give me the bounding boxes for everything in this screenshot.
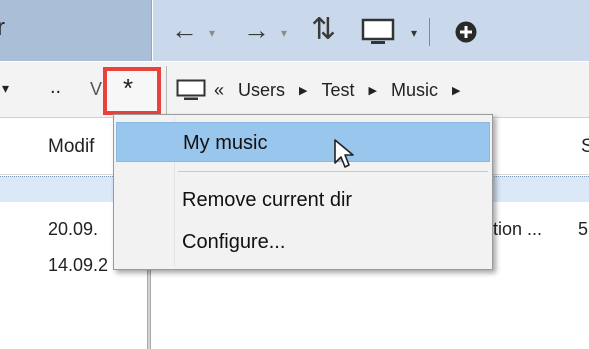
drive-dropdown-caret-icon[interactable]: ▾ bbox=[2, 80, 9, 97]
row-size-cell[interactable]: 5 bbox=[578, 219, 588, 240]
add-plus-icon[interactable] bbox=[454, 20, 478, 44]
breadcrumb-users[interactable]: Users bbox=[238, 80, 285, 101]
path-separator bbox=[166, 66, 167, 116]
row-date-cell[interactable]: 20.09. bbox=[48, 219, 98, 240]
favorites-button[interactable]: * bbox=[103, 67, 161, 115]
forward-arrow-icon[interactable]: → bbox=[243, 17, 270, 44]
navigation-toolbar: ← ▾ → ▾ ⇅ ▾ bbox=[153, 0, 589, 61]
menu-separator bbox=[178, 171, 488, 172]
back-arrow-icon[interactable]: ← bbox=[171, 17, 198, 44]
mouse-cursor-icon bbox=[334, 139, 354, 168]
computer-monitor-icon[interactable] bbox=[176, 79, 206, 101]
row-description-cell[interactable]: tion ... bbox=[493, 219, 542, 240]
row-date-cell[interactable]: 14.09.2 bbox=[48, 255, 108, 276]
forward-history-caret-icon[interactable]: ▾ bbox=[281, 27, 287, 39]
menu-item-my-music[interactable]: My music bbox=[116, 122, 490, 162]
modified-column-header[interactable]: Modif bbox=[48, 136, 94, 158]
breadcrumb-arrow-icon[interactable]: ▶ bbox=[452, 84, 460, 97]
computer-monitor-icon[interactable] bbox=[361, 18, 395, 46]
size-column-header[interactable]: S bbox=[581, 136, 589, 158]
breadcrumb-music[interactable]: Music bbox=[391, 80, 438, 101]
refresh-sync-icon[interactable]: ⇅ bbox=[311, 15, 336, 45]
window-title-bar: r bbox=[0, 0, 152, 61]
toolbar-divider bbox=[429, 18, 430, 46]
breadcrumb-arrow-icon[interactable]: ▶ bbox=[369, 84, 377, 97]
window-title-fragment: r bbox=[0, 14, 5, 41]
hidden-letter: V bbox=[90, 79, 103, 99]
menu-item-configure[interactable]: Configure... bbox=[116, 222, 490, 262]
drives-caret-icon[interactable]: ▾ bbox=[411, 27, 417, 39]
favorites-popup-menu: My music Remove current dir Configure... bbox=[113, 114, 493, 270]
breadcrumb-test[interactable]: Test bbox=[322, 80, 355, 101]
breadcrumb-overflow-icon[interactable]: « bbox=[214, 80, 224, 101]
parent-directory-button[interactable]: .. bbox=[50, 76, 61, 99]
breadcrumb: « Users ▶ Test ▶ Music ▶ bbox=[176, 62, 474, 118]
asterisk-icon: * bbox=[123, 73, 134, 103]
back-history-caret-icon[interactable]: ▾ bbox=[209, 27, 215, 39]
menu-item-remove-current-dir[interactable]: Remove current dir bbox=[116, 180, 490, 220]
breadcrumb-arrow-icon[interactable]: ▶ bbox=[299, 84, 307, 97]
